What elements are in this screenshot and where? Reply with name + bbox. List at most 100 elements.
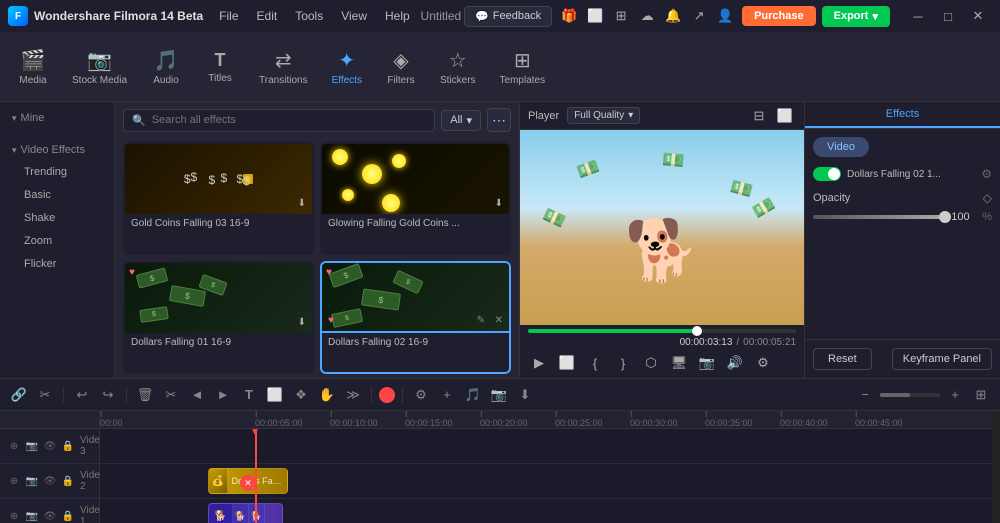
menu-file[interactable]: File <box>211 6 246 26</box>
toolbar-transitions[interactable]: ⇄ Transitions <box>249 42 318 92</box>
clip-delete-button[interactable]: ✕ <box>240 475 256 491</box>
tl-mask-button[interactable]: ❖ <box>290 384 312 406</box>
purchase-button[interactable]: Purchase <box>742 6 816 26</box>
tl-undo-button[interactable]: ↩ <box>71 384 93 406</box>
toolbar-titles[interactable]: T Titles <box>195 44 245 90</box>
tl-crop-button[interactable]: ⬜ <box>264 384 286 406</box>
track-camera-icon-3[interactable]: 📷 <box>24 438 40 454</box>
share-icon[interactable]: ↗ <box>688 5 710 27</box>
settings-icon[interactable]: ⚙ <box>752 352 774 374</box>
reset-button[interactable]: Reset <box>813 348 872 370</box>
gift-icon[interactable]: 🎁 <box>558 5 580 27</box>
clip-video1-main[interactable]: 🐕 🐕 🐕 <box>208 503 283 523</box>
user-icon[interactable]: 👤 <box>714 5 736 27</box>
tl-ripple-button[interactable]: ✂ <box>34 384 56 406</box>
toolbar-effects[interactable]: ✦ Effects <box>322 42 372 92</box>
tl-record-button[interactable] <box>379 387 395 403</box>
screen-icon[interactable]: 🖥 <box>668 352 690 374</box>
export-button[interactable]: Export ▾ <box>822 6 890 27</box>
tl-add-button[interactable]: + <box>436 384 458 406</box>
menu-view[interactable]: View <box>333 6 375 26</box>
volume-icon[interactable]: 🔊 <box>724 352 746 374</box>
timeline-scrollbar[interactable] <box>992 411 1000 523</box>
effect-item-glowing-gold[interactable]: ⬇ Glowing Falling Gold Coins ... <box>320 142 511 255</box>
tl-magnet-button[interactable]: 🔗 <box>8 384 30 406</box>
effect-item-gold-coins-03[interactable]: $ $ $ $ $ $ ⬇ Gold Coins Falling 03 16-9 <box>123 142 314 255</box>
sidebar-item-zoom[interactable]: Zoom <box>4 230 110 252</box>
search-input[interactable] <box>152 114 427 126</box>
feedback-button[interactable]: 💬 Feedback <box>464 6 552 27</box>
tl-next-frame-button[interactable]: ► <box>212 384 234 406</box>
toolbar-stock-media[interactable]: 📷 Stock Media <box>62 42 137 92</box>
sidebar-item-basic[interactable]: Basic <box>4 184 110 206</box>
keyframe-panel-button[interactable]: Keyframe Panel <box>892 348 992 370</box>
toolbar-media[interactable]: 🎬 Media <box>8 42 58 92</box>
toolbar-audio[interactable]: 🎵 Audio <box>141 42 191 92</box>
tl-more-button[interactable]: ≫ <box>342 384 364 406</box>
tl-prev-frame-button[interactable]: ◄ <box>186 384 208 406</box>
split-icon[interactable]: ⬡ <box>640 352 662 374</box>
effect-toggle[interactable] <box>813 167 841 181</box>
sidebar-item-flicker[interactable]: Flicker <box>4 253 110 275</box>
tl-pan-button[interactable]: ✋ <box>316 384 338 406</box>
track-add-icon-2[interactable]: ⊕ <box>6 473 22 489</box>
toolbar-templates[interactable]: ⊞ Templates <box>490 42 556 92</box>
quality-selector[interactable]: Full Quality ▾ <box>567 107 640 124</box>
fullscreen-button[interactable]: ⬜ <box>556 352 578 374</box>
sidebar-section-video-header[interactable]: ▾ Video Effects <box>0 140 114 160</box>
toolbar-stickers[interactable]: ☆ Stickers <box>430 42 486 92</box>
opacity-diamond-icon[interactable]: ◇ <box>983 191 992 205</box>
bell-icon[interactable]: 🔔 <box>662 5 684 27</box>
sidebar-section-mine-header[interactable]: ▾ Mine <box>0 108 114 128</box>
cloud-icon[interactable]: ☁ <box>636 5 658 27</box>
tl-audio-button[interactable]: 🎵 <box>462 384 484 406</box>
grid-icon[interactable]: ⊞ <box>610 5 632 27</box>
effect-settings-icon[interactable]: ⚙ <box>981 167 992 181</box>
track-add-icon-3[interactable]: ⊕ <box>6 438 22 454</box>
effect-item-dollars-02[interactable]: ♥ $ $ $ $ ♥ ✎ ✕ Dollars Falling 02 16-9 <box>320 261 511 374</box>
track-eye-icon-3[interactable]: 👁 <box>42 438 58 454</box>
track-lock-icon-3[interactable]: 🔒 <box>60 438 76 454</box>
filter-all-button[interactable]: All ▾ <box>441 110 481 131</box>
clip-dollars-falling[interactable]: 💰 Dollars Falling ... ✕ <box>208 468 288 494</box>
tl-cut-button[interactable]: ✂ <box>160 384 182 406</box>
sidebar-item-trending[interactable]: Trending <box>4 161 110 183</box>
tl-zoom-out-button[interactable]: − <box>854 384 876 406</box>
tl-delete-button[interactable]: 🗑 <box>134 384 156 406</box>
track-eye-icon-1[interactable]: 👁 <box>42 508 58 523</box>
close-button[interactable]: ✕ <box>964 5 992 27</box>
tl-text-button[interactable]: T <box>238 384 260 406</box>
track-camera-icon-2[interactable]: 📷 <box>24 473 40 489</box>
track-camera-icon-1[interactable]: 📷 <box>24 508 40 523</box>
menu-edit[interactable]: Edit <box>249 6 286 26</box>
video-tab-button[interactable]: Video <box>813 137 869 157</box>
player-crop-icon[interactable]: ⬜ <box>774 105 796 127</box>
opacity-slider[interactable] <box>813 215 945 219</box>
track-lock-icon-1[interactable]: 🔒 <box>60 508 76 523</box>
tl-fit-button[interactable]: ⊞ <box>970 384 992 406</box>
snapshot-icon[interactable]: 📷 <box>696 352 718 374</box>
tl-import-button[interactable]: ⬇ <box>514 384 536 406</box>
play-button[interactable]: ▶ <box>528 352 550 374</box>
progress-handle[interactable] <box>692 326 702 336</box>
maximize-button[interactable]: □ <box>934 5 962 27</box>
toolbar-filters[interactable]: ◈ Filters <box>376 42 426 92</box>
timeline-tracks-right[interactable]: 00:00 00:00:05:00 00:00:10:00 00:00:15:0… <box>100 411 992 523</box>
tl-redo-button[interactable]: ↪ <box>97 384 119 406</box>
sidebar-item-shake[interactable]: Shake <box>4 207 110 229</box>
tl-zoom-slider[interactable] <box>880 393 940 397</box>
player-split-icon[interactable]: ⊟ <box>748 105 770 127</box>
menu-help[interactable]: Help <box>377 6 418 26</box>
progress-bar[interactable] <box>528 329 796 333</box>
bracket-left-icon[interactable]: { <box>584 352 606 374</box>
track-add-icon-1[interactable]: ⊕ <box>6 508 22 523</box>
opacity-handle[interactable] <box>939 211 951 223</box>
tl-screen-record-button[interactable]: 📷 <box>488 384 510 406</box>
minimize-button[interactable]: ─ <box>904 5 932 27</box>
bracket-right-icon[interactable]: } <box>612 352 634 374</box>
tl-settings-button[interactable]: ⚙ <box>410 384 432 406</box>
monitor-icon[interactable]: ⬜ <box>584 5 606 27</box>
search-box[interactable]: 🔍 <box>123 109 435 132</box>
more-options-button[interactable]: ⋯ <box>487 108 511 132</box>
tl-zoom-in-button[interactable]: + <box>944 384 966 406</box>
